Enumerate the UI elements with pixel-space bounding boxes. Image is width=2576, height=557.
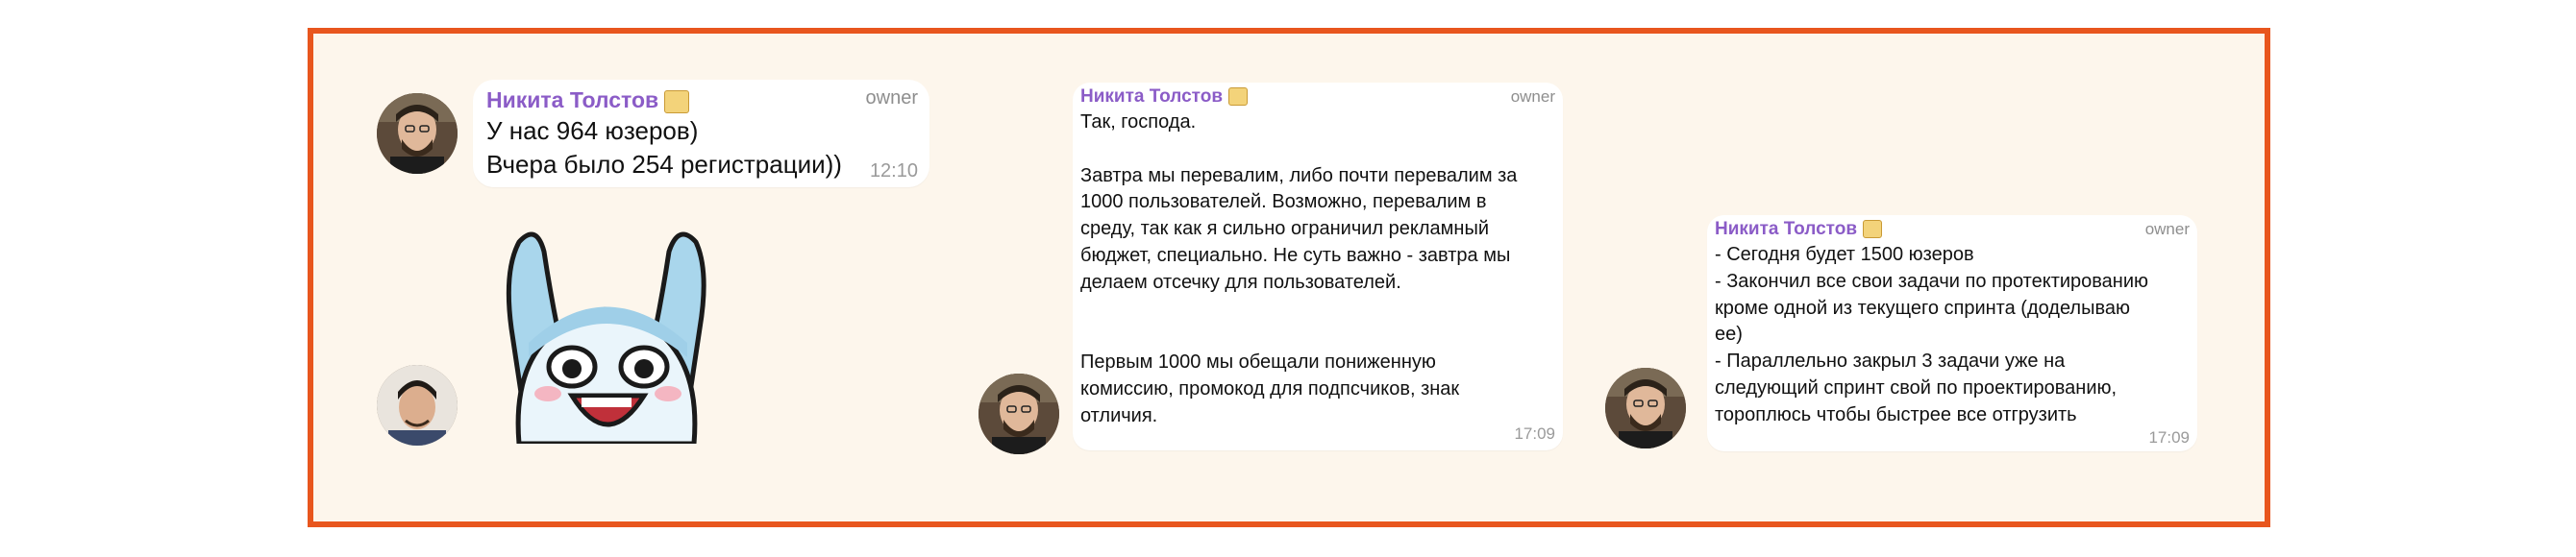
message-bubble-2[interactable]: Никита Толстов owner Так, господа. Завтр… (1073, 83, 1563, 450)
message-time: 12:10 (869, 160, 918, 182)
message-line: бюджет, специально. Не суть важно - завт… (1080, 244, 1511, 266)
author-name[interactable]: Никита Толстов (1715, 219, 1883, 240)
message-bubble-3[interactable]: Никита Толстов owner - Сегодня будет 150… (1707, 215, 2197, 451)
author-avatar[interactable] (978, 374, 1059, 454)
author-role: owner (2144, 220, 2190, 238)
message-line (1080, 323, 1517, 350)
message-line: отличия. (1080, 404, 1158, 426)
message-bubble-1[interactable]: Никита Толстов owner У нас 964 юзеров) В… (473, 80, 929, 187)
message-line: комиссию, промокод для подпсчиков, знак (1080, 377, 1460, 400)
message-time: 17:09 (1514, 424, 1555, 443)
author-avatar[interactable] (377, 93, 458, 174)
message-line: Так, господа. (1080, 111, 1197, 133)
sticker-image[interactable] (490, 213, 731, 444)
author-role: owner (1510, 87, 1555, 106)
message-line: Первым 1000 мы обещали пониженную (1080, 351, 1436, 374)
message-line: - Параллельно закрыл 3 задачи уже на (1715, 351, 2066, 373)
message-line: 1000 пользователей. Возможно, перевалим … (1080, 191, 1487, 213)
emoji-badge-icon (1228, 87, 1249, 107)
message-line (1080, 136, 1517, 163)
message-line: среду, так как я сильно ограничил реклам… (1080, 218, 1489, 240)
message-line: Завтра мы перевалим, либо почти перевали… (1080, 164, 1518, 186)
message-line: ее) (1715, 324, 1743, 346)
message-line (1080, 297, 1517, 324)
message-line: - Сегодня будет 1500 юзеров (1715, 244, 1974, 265)
message-line: - Закончил все свои задачи по протектиро… (1715, 270, 2149, 292)
author-avatar[interactable] (1605, 368, 1686, 448)
message-text: - Сегодня будет 1500 юзеров - Закончил в… (1715, 242, 2148, 429)
emoji-badge-icon (664, 89, 690, 113)
participant-avatar[interactable] (377, 365, 458, 446)
message-line: У нас 964 юзеров) (486, 116, 699, 145)
message-line: следующий спринт свой по проектированию, (1715, 376, 2118, 399)
message-time: 17:09 (2148, 428, 2190, 447)
author-name[interactable]: Никита Толстов (486, 87, 690, 113)
author-role: owner (865, 87, 918, 109)
message-line: Вчера было 254 регистрации)) (486, 150, 842, 179)
message-line: делаем отсечку для пользователей. (1080, 271, 1401, 293)
message-text: Так, господа. Завтра мы перевалим, либо … (1080, 109, 1517, 430)
emoji-badge-icon (1863, 220, 1883, 239)
author-name[interactable]: Никита Толстов (1080, 86, 1249, 108)
message-line: тороплюсь чтобы быстрее все отгрузить (1715, 403, 2077, 425)
message-line: кроме одной из текущего спринта (доделыв… (1715, 297, 2130, 319)
